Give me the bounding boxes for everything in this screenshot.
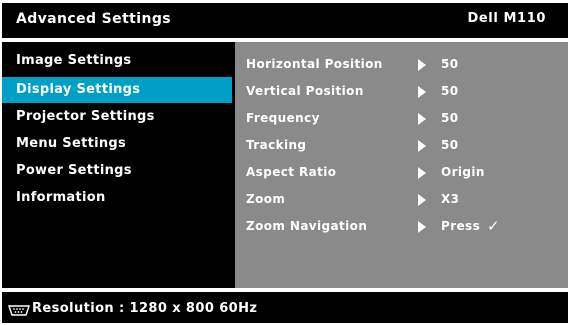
sidebar-item-display-settings[interactable]: Display Settings [2, 77, 232, 103]
setting-label: Frequency [246, 111, 320, 125]
status-bar: Resolution : 1280 x 800 60Hz [2, 288, 568, 323]
setting-label: Vertical Position [246, 84, 364, 98]
setting-value: 50 [441, 111, 459, 125]
setting-row-tracking[interactable]: Tracking 50 [235, 132, 568, 159]
setting-value: X3 [441, 192, 460, 206]
triangle-right-icon [418, 167, 426, 179]
sidebar-item-projector-settings[interactable]: Projector Settings [2, 104, 232, 130]
setting-value: Press [441, 219, 481, 233]
header: Advanced Settings Dell M110 [2, 3, 568, 38]
sidebar-item-power-settings[interactable]: Power Settings [2, 158, 232, 184]
setting-label: Aspect Ratio [246, 165, 337, 179]
setting-row-zoom-navigation[interactable]: Zoom Navigation Press ✓ [235, 213, 568, 240]
setting-row-horizontal-position[interactable]: Horizontal Position 50 [235, 51, 568, 78]
triangle-right-icon [418, 113, 426, 125]
footer-divider [2, 288, 568, 292]
sidebar-item-menu-settings[interactable]: Menu Settings [2, 131, 232, 157]
osd-frame: Advanced Settings Dell M110 Image Settin… [2, 3, 568, 323]
triangle-right-icon [418, 59, 426, 71]
sidebar-item-information[interactable]: Information [2, 185, 232, 211]
triangle-right-icon [418, 221, 426, 233]
sidebar-item-label: Information [16, 190, 106, 205]
sidebar-item-label: Image Settings [16, 53, 132, 68]
vga-connector-icon [8, 305, 30, 316]
setting-label: Zoom [246, 192, 286, 206]
resolution-readout: Resolution : 1280 x 800 60Hz [32, 301, 258, 316]
setting-value: Origin [441, 165, 485, 179]
osd-window: Advanced Settings Dell M110 Image Settin… [0, 0, 571, 325]
setting-row-frequency[interactable]: Frequency 50 [235, 105, 568, 132]
setting-row-aspect-ratio[interactable]: Aspect Ratio Origin [235, 159, 568, 186]
triangle-right-icon [418, 140, 426, 152]
projector-model: Dell M110 [467, 11, 546, 26]
triangle-right-icon [418, 86, 426, 98]
setting-value: 50 [441, 84, 459, 98]
menu-title: Advanced Settings [16, 11, 171, 27]
sidebar: Image Settings Display Settings Projecto… [2, 42, 232, 288]
setting-value: 50 [441, 138, 459, 152]
setting-row-vertical-position[interactable]: Vertical Position 50 [235, 78, 568, 105]
sidebar-item-label: Menu Settings [16, 136, 127, 151]
sidebar-item-image-settings[interactable]: Image Settings [2, 48, 232, 74]
setting-label: Zoom Navigation [246, 219, 368, 233]
triangle-right-icon [418, 194, 426, 206]
setting-row-zoom[interactable]: Zoom X3 [235, 186, 568, 213]
setting-label: Horizontal Position [246, 57, 383, 71]
settings-panel: Horizontal Position 50 Vertical Position… [235, 42, 568, 288]
sidebar-item-label: Projector Settings [16, 109, 155, 124]
sidebar-item-label: Display Settings [16, 82, 141, 97]
sidebar-item-label: Power Settings [16, 163, 132, 178]
setting-value: 50 [441, 57, 459, 71]
setting-label: Tracking [246, 138, 307, 152]
checkmark-icon: ✓ [487, 217, 500, 235]
